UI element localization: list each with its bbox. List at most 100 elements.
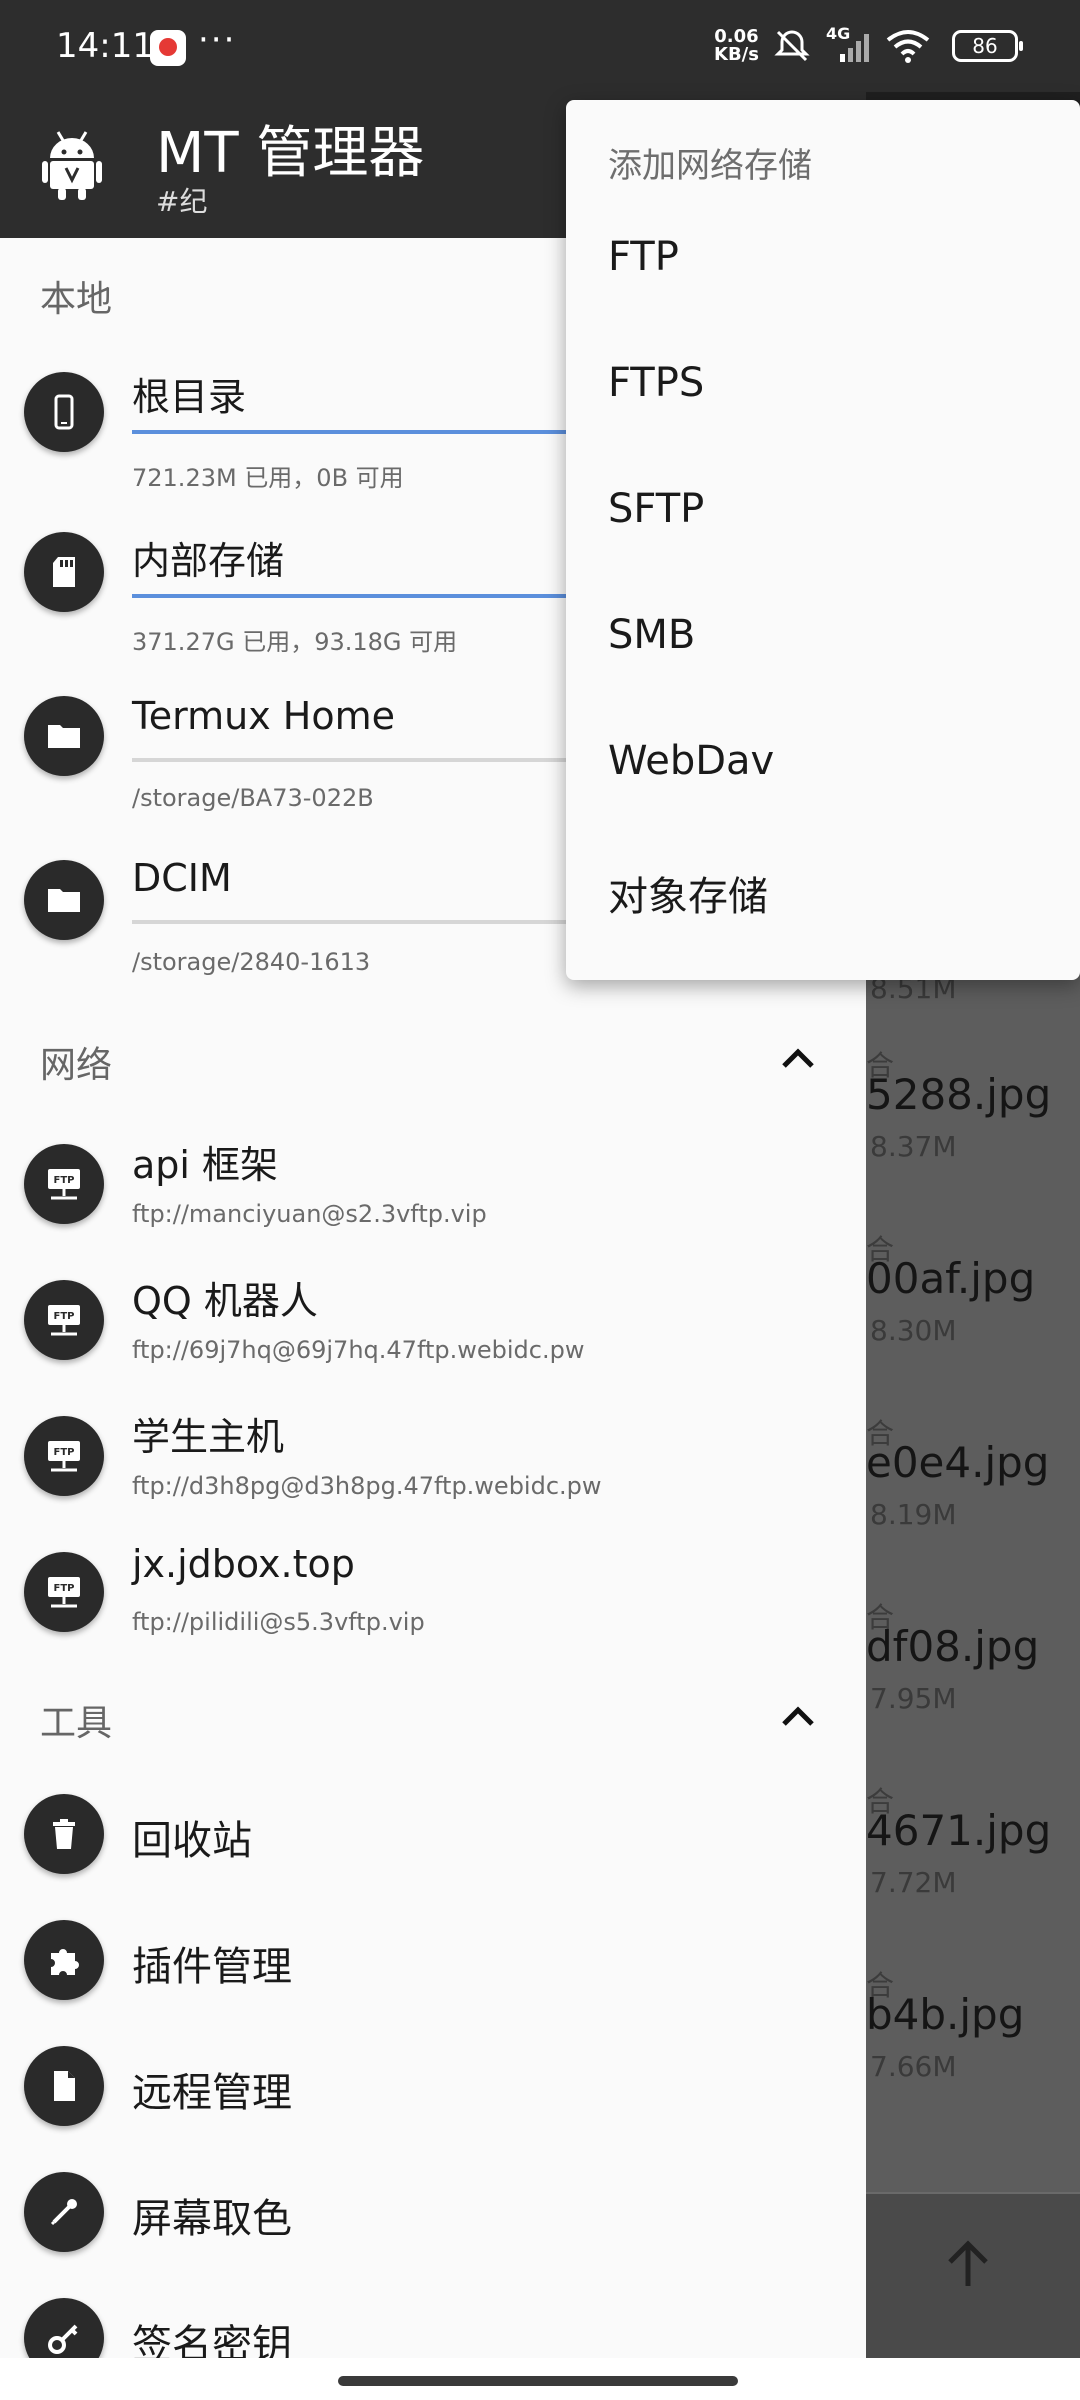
file-size: 8.30M (870, 1314, 957, 1347)
network-item[interactable]: FTP QQ 机器人 ftp://69j7hq@69j7hq.47ftp.web… (0, 1270, 866, 1406)
menu-item-label: FTPS (608, 360, 705, 406)
menu-item-label: SMB (608, 612, 696, 658)
network-item[interactable]: FTP api 框架 ftp://manciyuan@s2.3vftp.vip (0, 1134, 866, 1270)
file-name: df08.jpg (866, 1622, 1040, 1671)
network-item-address: ftp://69j7hq@69j7hq.47ftp.webidc.pw (132, 1336, 585, 1364)
tool-item-title: 屏幕取色 (132, 2196, 292, 2242)
tool-item-remote[interactable]: 远程管理 (0, 2046, 866, 2170)
file-list-bottom-bar (866, 2192, 1080, 2358)
battery-icon: 86 (952, 30, 1023, 62)
tool-item-title: 远程管理 (132, 2070, 292, 2116)
file-name: e0e4.jpg (866, 1438, 1050, 1487)
key-icon (24, 2298, 104, 2358)
local-item-title: DCIM (132, 856, 232, 900)
file-row: 合 4671.jpg 7.72M (866, 1780, 1080, 1960)
svg-text:FTP: FTP (54, 1175, 75, 1186)
tool-item-color-picker[interactable]: 屏幕取色 (0, 2172, 866, 2296)
menu-item-ftps[interactable]: FTPS (566, 324, 1080, 444)
menu-item-label: 对象存储 (608, 874, 768, 920)
tool-item-signing-key[interactable]: 签名密钥 (0, 2298, 866, 2358)
local-item-title: Termux Home (132, 694, 395, 738)
home-indicator[interactable] (338, 2376, 738, 2386)
tool-item-title: 签名密钥 (132, 2322, 292, 2358)
section-network-label: 网络 (40, 1045, 113, 1086)
local-item-subtitle: /storage/2840-1613 (132, 948, 371, 976)
file-size: 8.19M (870, 1498, 957, 1531)
menu-title: 添加网络存储 (608, 146, 812, 186)
status-icons: 4G 86 (772, 24, 1023, 68)
network-item-title: jx.jdbox.top (132, 1542, 355, 1586)
more-notifications-icon: ··· (198, 20, 237, 60)
phone-icon (24, 372, 104, 452)
cellular-signal-icon: 4G (826, 24, 872, 64)
svg-text:FTP: FTP (54, 1311, 75, 1322)
add-network-storage-menu: 添加网络存储 FTP FTPS SFTP SMB WebDav 对象存储 (566, 100, 1080, 980)
arrow-up-icon[interactable] (940, 2236, 996, 2292)
file-row: 合 00af.jpg 8.30M (866, 1228, 1080, 1408)
file-name: 4671.jpg (866, 1806, 1052, 1855)
network-item[interactable]: FTP 学生主机 ftp://d3h8pg@d3h8pg.47ftp.webid… (0, 1406, 866, 1542)
mute-alarm-icon (774, 30, 810, 62)
network-item-title: 学生主机 (132, 1415, 285, 1459)
section-local-label: 本地 (40, 279, 113, 320)
local-item-subtitle: 721.23M 已用，0B 可用 (132, 464, 404, 492)
folder-icon (24, 696, 104, 776)
tool-item-recycle-bin[interactable]: 回收站 (0, 1794, 866, 1918)
file-name: b4b.jpg (866, 1990, 1025, 2039)
tool-item-title: 插件管理 (132, 1944, 292, 1990)
file-row: 合 b4b.jpg 7.66M (866, 1964, 1080, 2144)
status-time: 14:11 (56, 26, 154, 66)
menu-item-label: FTP (608, 234, 679, 280)
eyedropper-icon (24, 2172, 104, 2252)
file-name: 00af.jpg (866, 1254, 1036, 1303)
app-title: MT 管理器 (156, 121, 425, 186)
menu-item-label: SFTP (608, 486, 705, 532)
file-size: 8.37M (870, 1130, 957, 1163)
file-icon (24, 2046, 104, 2126)
ftp-server-icon: FTP (24, 1552, 104, 1632)
folder-icon (24, 860, 104, 940)
chevron-up-icon[interactable] (778, 1696, 818, 1736)
file-size: 7.72M (870, 1866, 957, 1899)
notification-app-icon (150, 30, 186, 66)
local-item-title: 内部存储 (132, 539, 285, 583)
network-item[interactable]: FTP jx.jdbox.top ftp://pilidili@s5.3vftp… (0, 1542, 866, 1678)
app-subtitle: #纪 (156, 185, 208, 218)
section-tools-label: 工具 (40, 1703, 113, 1744)
network-speed: 0.06 KB/s (714, 28, 759, 64)
local-item-subtitle: 371.27G 已用，93.18G 可用 (132, 628, 458, 656)
menu-item-webdav[interactable]: WebDav (566, 702, 1080, 822)
network-item-address: ftp://manciyuan@s2.3vftp.vip (132, 1200, 487, 1228)
local-item-subtitle: /storage/BA73-022B (132, 784, 374, 812)
file-name: 5288.jpg (866, 1070, 1052, 1119)
file-size: 7.95M (870, 1682, 957, 1715)
menu-item-sftp[interactable]: SFTP (566, 450, 1080, 570)
ftp-server-icon: FTP (24, 1416, 104, 1496)
tool-item-title: 回收站 (132, 1818, 252, 1864)
local-item-title: 根目录 (132, 375, 247, 419)
network-speed-unit: KB/s (714, 44, 759, 65)
puzzle-icon (24, 1920, 104, 2000)
sd-card-icon (24, 532, 104, 612)
menu-item-ftp[interactable]: FTP (566, 198, 1080, 318)
file-row: 合 e0e4.jpg 8.19M (866, 1412, 1080, 1592)
menu-item-smb[interactable]: SMB (566, 576, 1080, 696)
menu-item-object-storage[interactable]: 对象存储 (566, 828, 1080, 948)
status-bar: 14:11 ··· 0.06 KB/s 4G 86 (0, 0, 1080, 92)
network-item-address: ftp://d3h8pg@d3h8pg.47ftp.webidc.pw (132, 1472, 602, 1500)
svg-text:FTP: FTP (54, 1447, 75, 1458)
network-item-address: ftp://pilidili@s5.3vftp.vip (132, 1608, 425, 1636)
file-size: 7.66M (870, 2050, 957, 2083)
network-item-title: api 框架 (132, 1143, 279, 1187)
svg-text:FTP: FTP (54, 1583, 75, 1594)
trash-icon (24, 1794, 104, 1874)
file-row: 合 5288.jpg 8.37M (866, 1044, 1080, 1224)
ftp-server-icon: FTP (24, 1280, 104, 1360)
menu-item-label: WebDav (608, 738, 775, 784)
wifi-icon (886, 30, 930, 63)
chevron-up-icon[interactable] (778, 1038, 818, 1078)
file-row: 合 df08.jpg 7.95M (866, 1596, 1080, 1776)
tool-item-plugins[interactable]: 插件管理 (0, 1920, 866, 2044)
network-item-title: QQ 机器人 (132, 1279, 318, 1323)
ftp-server-icon: FTP (24, 1144, 104, 1224)
